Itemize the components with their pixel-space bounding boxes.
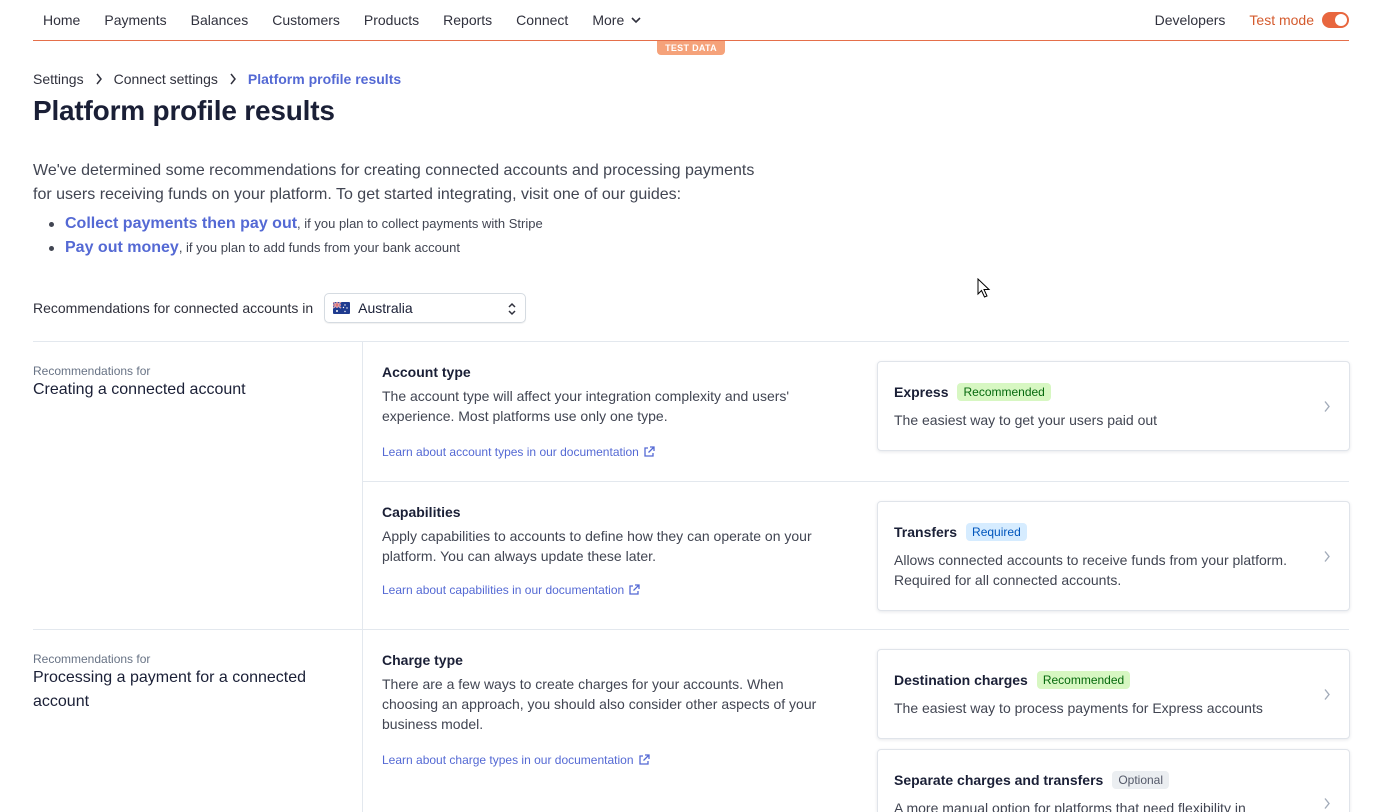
external-link-icon [644,446,655,457]
list-item: Collect payments then pay out, if you pl… [47,212,543,236]
divider [362,629,363,812]
toggle-knob [1335,14,1347,26]
section-title-processing-payment: Processing a payment for a connected acc… [33,669,307,710]
nav-products[interactable]: Products [364,12,419,28]
country-label: Recommendations for connected accounts i… [33,300,314,316]
card-desc: The easiest way to process payments for … [894,700,1263,716]
nav-customers[interactable]: Customers [272,12,340,28]
guide-list: Collect payments then pay out, if you pl… [47,212,543,260]
recommended-badge: Recommended [957,383,1051,401]
card-title: Separate charges and transfers [894,772,1104,788]
doc-link-charge-types[interactable]: Learn about charge types in our document… [382,753,650,767]
card-destination-charges[interactable]: Destination charges Recommended The easi… [877,649,1350,739]
block-desc-capabilities: Apply capabilities to accounts to define… [382,528,812,564]
card-express[interactable]: Express Recommended The easiest way to g… [877,361,1350,451]
test-mode-label: Test mode [1249,12,1314,28]
card-title: Transfers [894,524,958,540]
chevron-down-icon [631,17,641,24]
section-title-creating-account: Creating a connected account [33,381,246,398]
australia-flag-icon [333,302,351,314]
nav-home[interactable]: Home [43,12,80,28]
breadcrumb-connect-settings[interactable]: Connect settings [114,71,218,87]
guide-link-pay-out-money[interactable]: Pay out money [65,239,179,256]
breadcrumb-current: Platform profile results [247,71,402,87]
divider [33,629,1349,630]
optional-badge: Optional [1112,771,1170,789]
guide-suffix: , if you plan to collect payments with S… [297,216,543,231]
nav-connect[interactable]: Connect [516,12,568,28]
chevron-right-icon [1324,551,1330,562]
external-link-icon [638,754,650,765]
doc-link-capabilities[interactable]: Learn about capabilities in our document… [382,583,640,597]
section-eyebrow: Recommendations for [33,652,151,666]
card-head: Express Recommended [894,383,1051,401]
nav-reports[interactable]: Reports [443,12,492,28]
external-link-icon [629,584,640,595]
nav-links: Home Payments Balances Customers Product… [43,12,665,28]
nav-balances[interactable]: Balances [191,12,249,28]
breadcrumb: Settings Connect settings Platform profi… [33,71,401,87]
divider [33,341,1349,342]
block-title-charge-type: Charge type [382,652,463,668]
doc-link-label: Learn about account types in our documen… [382,445,639,459]
developers-link[interactable]: Developers [1155,12,1226,28]
block-desc-charge-type: There are a few ways to create charges f… [382,676,817,732]
doc-link-label: Learn about capabilities in our document… [382,583,625,597]
guide-suffix: , if you plan to add funds from your ban… [178,240,460,255]
nav-payments[interactable]: Payments [104,12,166,28]
test-mode-toggle[interactable] [1322,12,1349,28]
divider [362,341,363,630]
doc-link-account-types[interactable]: Learn about account types in our documen… [382,445,655,459]
block-desc-account-type: The account type will affect your integr… [382,388,790,424]
chevron-right-icon [96,73,102,85]
country-row: Recommendations for connected accounts i… [33,293,527,323]
nav-right: Developers Test mode [1155,12,1349,28]
divider [362,481,1349,482]
top-nav: Home Payments Balances Customers Product… [33,0,1349,41]
chevron-right-icon [230,73,236,85]
doc-link-label: Learn about charge types in our document… [382,753,634,767]
block-title-account-type: Account type [382,364,471,380]
card-transfers[interactable]: Transfers Required Allows connected acco… [877,501,1350,611]
chevron-right-icon [1324,401,1330,412]
card-title: Express [894,384,949,400]
chevron-right-icon [1324,689,1330,700]
card-desc: Allows connected accounts to receive fun… [894,552,1287,588]
card-head: Separate charges and transfers Optional [894,771,1170,789]
intro-text: We've determined some recommendations fo… [33,162,755,203]
card-head: Destination charges Recommended [894,671,1131,689]
card-desc: The easiest way to get your users paid o… [894,412,1158,428]
list-item: Pay out money, if you plan to add funds … [47,236,543,260]
card-separate-charges[interactable]: Separate charges and transfers Optional … [877,749,1350,812]
page-title: Platform profile results [33,95,335,126]
country-select[interactable]: Australia [324,293,527,323]
required-badge: Required [966,523,1027,541]
nav-more-label: More [592,12,625,28]
block-title-capabilities: Capabilities [382,504,461,520]
section-eyebrow: Recommendations for [33,364,151,378]
chevron-right-icon [1324,798,1330,809]
card-head: Transfers Required [894,523,1027,541]
recommended-badge: Recommended [1036,671,1131,689]
mouse-cursor-icon [977,278,991,298]
card-title: Destination charges [894,672,1028,688]
nav-more[interactable]: More [592,12,641,28]
select-updown-icon [508,302,516,316]
country-selected: Australia [358,300,413,316]
guide-link-collect-payments[interactable]: Collect payments then pay out [65,215,297,232]
breadcrumb-settings[interactable]: Settings [33,71,84,87]
card-desc: A more manual option for platforms that … [894,800,1246,812]
test-data-badge: TEST DATA [657,41,725,55]
